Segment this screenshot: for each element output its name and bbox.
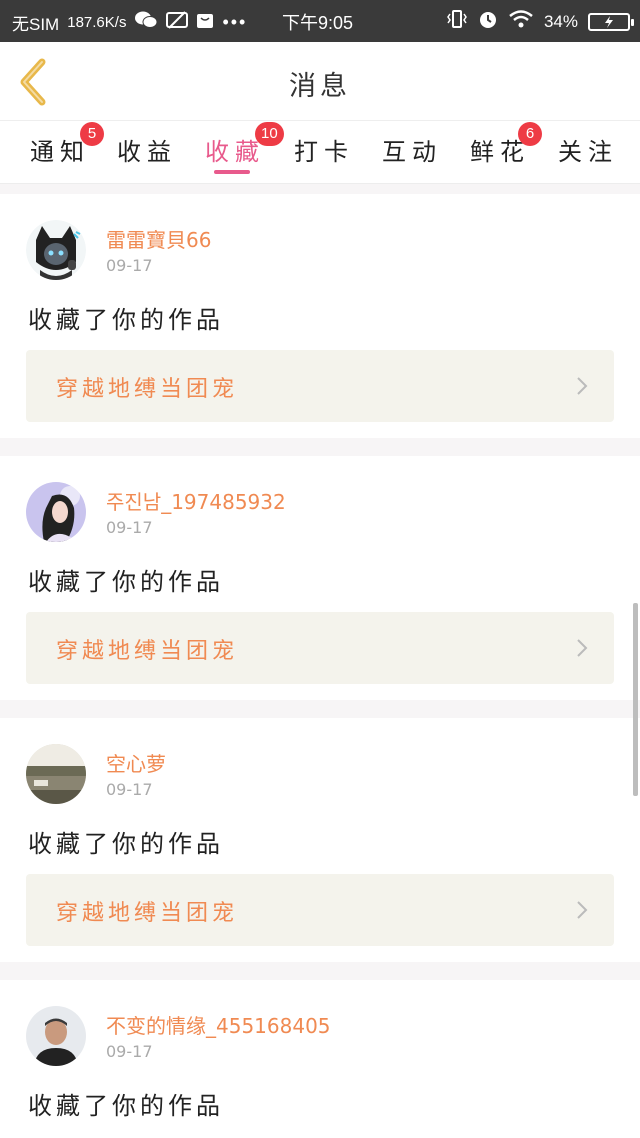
tab-bar: 通知 5 收益 收藏 10 打卡 互动 鲜花 6 关注: [0, 120, 640, 184]
tab-flowers[interactable]: 鲜花 6: [470, 122, 542, 167]
no-image-icon: [166, 11, 189, 34]
avatar[interactable]: [26, 482, 86, 542]
wifi-icon: [508, 9, 534, 34]
action-text: 收藏了你的作品: [28, 830, 224, 858]
flowers-badge: 6: [518, 122, 542, 146]
notifications-badge: 5: [80, 122, 104, 146]
tab-favorites[interactable]: 收藏 10: [205, 122, 284, 167]
tab-label: 通知: [30, 138, 90, 166]
message-card: 雷雷寶貝66 09-17 收藏了你的作品 穿越地缚当团宠: [0, 194, 640, 438]
message-card: 空心萝 09-17 收藏了你的作品 穿越地缚当团宠: [0, 718, 640, 962]
tab-label: 收藏: [205, 138, 265, 166]
tab-following[interactable]: 关注: [558, 132, 618, 167]
action-text: 收藏了你的作品: [28, 1092, 224, 1120]
page-title: 消息: [289, 71, 351, 102]
active-tab-indicator: [214, 170, 250, 174]
message-card: 不变的情缘_455168405 09-17 收藏了你的作品: [0, 980, 640, 1138]
action-text: 收藏了你的作品: [28, 568, 224, 596]
tab-label: 收益: [117, 138, 177, 166]
tab-label: 关注: [558, 138, 618, 166]
work-link[interactable]: 穿越地缚当团宠: [26, 350, 614, 422]
username[interactable]: 空心萝: [106, 748, 166, 777]
tab-label: 互动: [382, 138, 442, 166]
message-date: 09-17: [106, 256, 153, 275]
tab-notifications[interactable]: 通知 5: [30, 122, 104, 167]
work-link[interactable]: 穿越地缚当团宠: [26, 874, 614, 946]
net-speed: 187.6K/s: [67, 14, 127, 31]
status-time: 下午9:05: [282, 13, 354, 33]
status-bar: 无SIM 187.6K/s ••• 下午9:05 34%: [0, 0, 640, 42]
wechat-icon: [134, 10, 158, 35]
chevron-right-icon: [577, 639, 588, 657]
tab-earnings[interactable]: 收益: [117, 132, 177, 167]
username[interactable]: 不变的情缘_455168405: [106, 1010, 331, 1039]
battery-icon: [588, 12, 634, 31]
tab-label: 打卡: [294, 138, 354, 166]
nav-header: 消息: [0, 42, 640, 120]
action-text: 收藏了你的作品: [28, 306, 224, 334]
more-dots-icon: •••: [222, 12, 248, 32]
username[interactable]: 주진남_197485932: [106, 486, 286, 515]
work-title: 穿越地缚当团宠: [56, 901, 239, 926]
avatar[interactable]: [26, 744, 86, 804]
message-date: 09-17: [106, 518, 153, 537]
scrollbar[interactable]: [633, 603, 638, 796]
alarm-icon: [478, 9, 498, 34]
work-link[interactable]: 穿越地缚当团宠: [26, 612, 614, 684]
tab-checkin[interactable]: 打卡: [294, 132, 354, 167]
vibrate-icon: [446, 9, 468, 34]
work-title: 穿越地缚当团宠: [56, 377, 239, 402]
message-date: 09-17: [106, 1042, 153, 1061]
work-title: 穿越地缚当团宠: [56, 639, 239, 664]
chevron-right-icon: [577, 377, 588, 395]
avatar[interactable]: [26, 220, 86, 280]
message-date: 09-17: [106, 780, 153, 799]
bag-icon: [196, 11, 214, 34]
avatar[interactable]: [26, 1006, 86, 1066]
tab-interaction[interactable]: 互动: [382, 132, 442, 167]
message-card: 주진남_197485932 09-17 收藏了你的作品 穿越地缚当团宠: [0, 456, 640, 700]
username[interactable]: 雷雷寶貝66: [106, 224, 211, 253]
chevron-right-icon: [577, 901, 588, 919]
carrier-label: 无SIM: [12, 15, 60, 34]
battery-percent: 34%: [543, 11, 578, 31]
favorites-badge: 10: [255, 122, 284, 146]
